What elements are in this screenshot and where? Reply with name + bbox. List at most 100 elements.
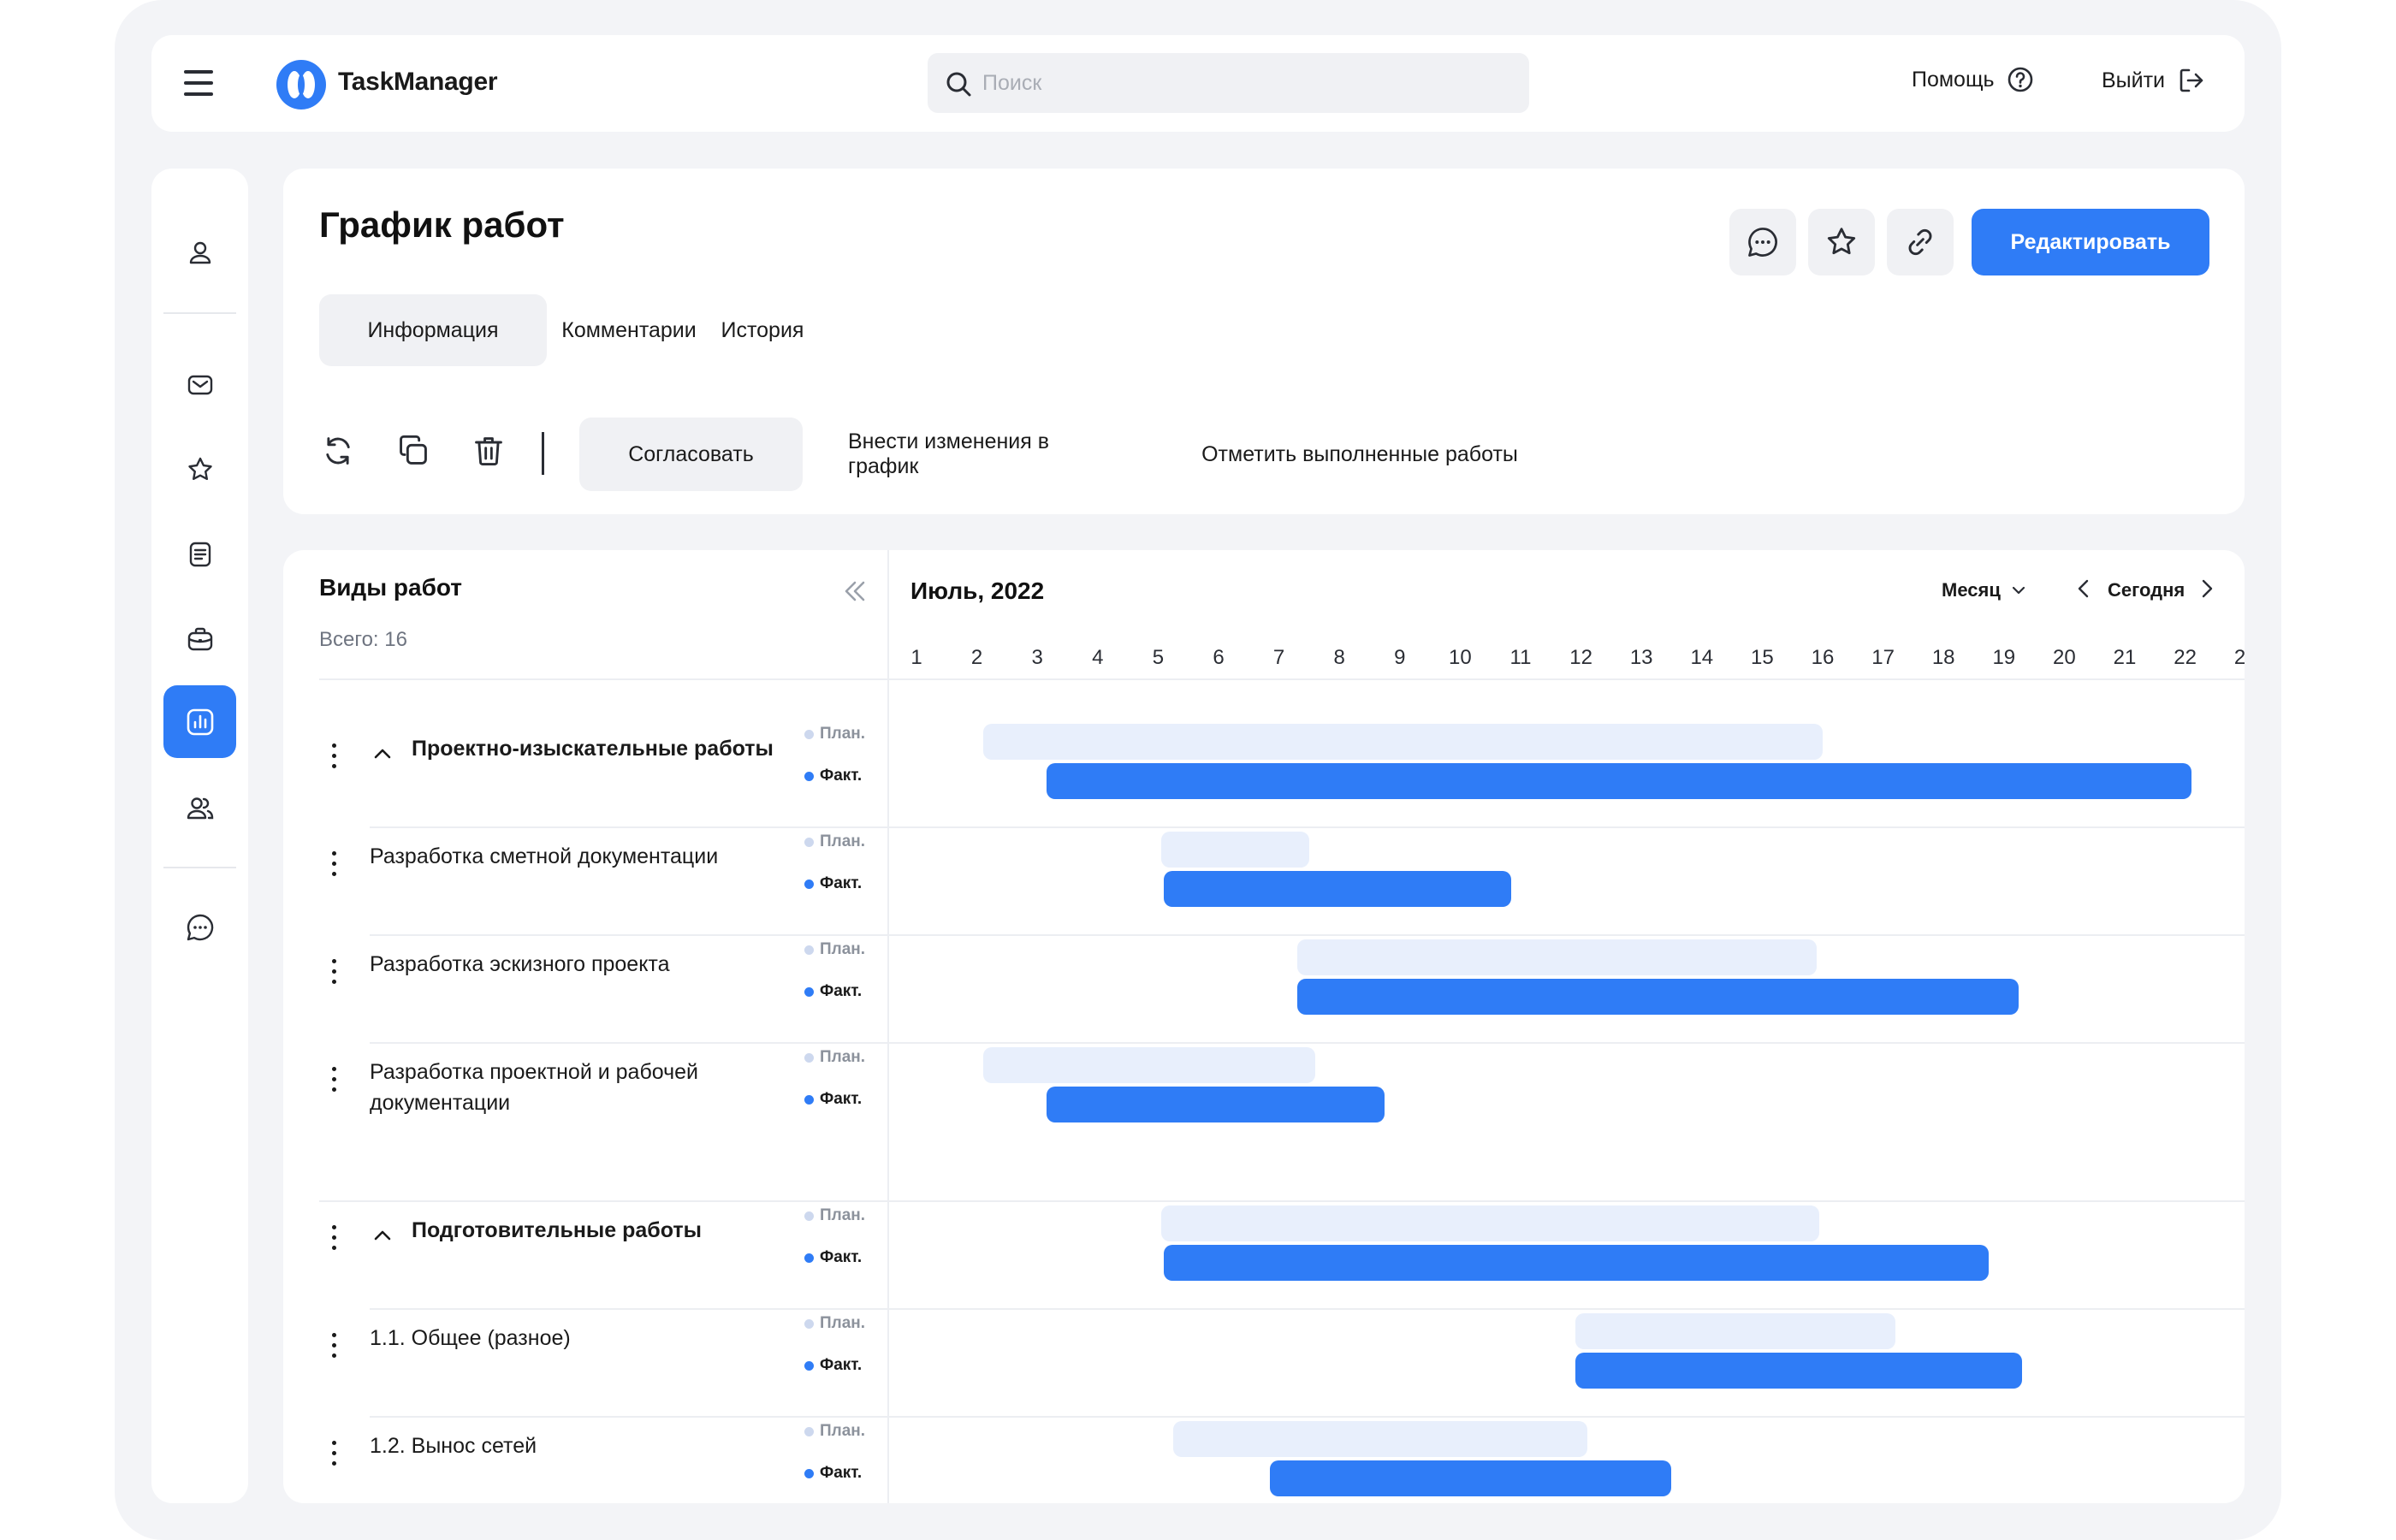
comment-button[interactable] (1729, 209, 1796, 275)
users-icon (187, 797, 213, 819)
logout-icon (2180, 68, 2203, 92)
row-menu-icon[interactable] (332, 1067, 339, 1098)
fact-label: Факт. (820, 1356, 863, 1374)
plan-label: План. (820, 1422, 866, 1440)
menu-icon[interactable] (184, 70, 213, 96)
logout-link[interactable]: Выйти (2102, 66, 2206, 95)
row-divider (319, 1200, 2245, 1202)
fact-legend: Факт. (804, 1464, 862, 1483)
fact-label: Факт. (820, 1090, 863, 1108)
fact-label: Факт. (820, 982, 863, 1000)
collapse-panel-icon[interactable] (839, 576, 870, 607)
row-menu-icon[interactable] (332, 959, 339, 990)
refresh-button[interactable] (317, 429, 359, 472)
row-menu-icon[interactable] (332, 1441, 339, 1472)
chevron-up-icon[interactable] (371, 1223, 394, 1247)
plan-bar[interactable] (982, 724, 1823, 760)
plan-legend: План. (804, 1206, 865, 1225)
sidebar-item-projects[interactable] (163, 602, 236, 675)
fact-label: Факт. (820, 1248, 863, 1266)
tab-comments[interactable]: Комментарии (561, 294, 696, 366)
day-label: 5 (1152, 646, 1165, 669)
star-icon (187, 457, 212, 480)
tab-history[interactable]: История (711, 294, 814, 366)
day-label: 6 (1213, 646, 1225, 669)
day-label: 15 (1751, 646, 1774, 669)
row-divider (319, 678, 2245, 680)
day-label: 1 (910, 646, 922, 669)
task-name: 1.2. Вынос сетей (370, 1434, 537, 1458)
row-menu-icon[interactable] (332, 1333, 339, 1364)
copy-icon (400, 435, 427, 465)
help-icon (2008, 67, 2032, 92)
copy-link-button[interactable] (1887, 209, 1954, 275)
plan-label: План. (820, 1314, 866, 1332)
group-name: Подготовительные работы (412, 1218, 702, 1242)
plan-label: План. (820, 940, 866, 958)
fact-bar[interactable] (1575, 1353, 2022, 1389)
sidebar-item-schedule[interactable] (163, 685, 236, 758)
plan-bar[interactable] (1575, 1313, 1895, 1349)
mark-done-button[interactable]: Отметить выполненные работы (1195, 418, 1524, 491)
sidebar-item-documents[interactable] (163, 518, 236, 590)
sidebar-item-favorites[interactable] (163, 433, 236, 506)
task-name: Разработка эскизного проекта (370, 952, 670, 976)
fact-bar[interactable] (1164, 1245, 1990, 1281)
sidebar-item-profile[interactable] (163, 216, 236, 288)
fact-bar[interactable] (1296, 979, 2019, 1015)
row-divider (370, 1416, 2245, 1418)
row-menu-icon[interactable] (332, 851, 339, 882)
search-input[interactable] (982, 53, 1496, 113)
tab-information[interactable]: Информация (319, 294, 547, 366)
page-title: График работ (319, 204, 565, 245)
day-label: 7 (1272, 646, 1285, 669)
edit-button[interactable]: Редактировать (1972, 209, 2209, 275)
fact-bar[interactable] (1046, 763, 2191, 799)
sidebar-divider (163, 312, 236, 314)
copy-button[interactable] (392, 429, 435, 472)
plan-bar[interactable] (1173, 1421, 1587, 1457)
fact-bar[interactable] (1270, 1460, 1672, 1496)
day-label: 17 (1871, 646, 1895, 669)
work-types-count: Всего: 16 (319, 628, 407, 651)
star-icon (1827, 228, 1856, 255)
help-label: Помощь (1912, 67, 1995, 92)
sidebar-item-chat[interactable] (163, 891, 236, 963)
toolbar-divider (542, 432, 544, 475)
chart-icon (187, 708, 213, 735)
day-label: 23 (2233, 646, 2245, 669)
plan-bar[interactable] (1296, 939, 1817, 975)
day-label: 2 (970, 646, 983, 669)
chat-icon (187, 914, 213, 940)
fact-legend: Факт. (804, 767, 862, 785)
group-name: Проектно-изыскательные работы (412, 737, 774, 761)
plan-bar[interactable] (1160, 1205, 1820, 1241)
row-menu-icon[interactable] (332, 743, 339, 774)
day-label: 21 (2113, 646, 2137, 669)
plan-bar[interactable] (982, 1047, 1315, 1083)
delete-button[interactable] (467, 429, 510, 472)
row-divider (370, 1308, 2245, 1310)
favorite-button[interactable] (1808, 209, 1875, 275)
sidebar-item-mail[interactable] (163, 348, 236, 421)
day-label: 9 (1394, 646, 1406, 669)
search-box[interactable] (928, 53, 1529, 113)
plan-bar[interactable] (1160, 832, 1309, 868)
logo-icon (276, 60, 326, 110)
sidebar-item-team[interactable] (163, 772, 236, 844)
fact-bar[interactable] (1164, 871, 1512, 907)
plan-legend: План. (804, 1048, 865, 1067)
plan-legend: План. (804, 725, 865, 743)
fact-legend: Факт. (804, 982, 862, 1001)
briefcase-icon (187, 627, 212, 650)
day-label: 10 (1449, 646, 1472, 669)
day-label: 18 (1931, 646, 1955, 669)
link-icon (1908, 228, 1932, 256)
help-link[interactable]: Помощь (1912, 66, 2034, 93)
chevron-up-icon[interactable] (371, 742, 394, 766)
fact-bar[interactable] (1046, 1087, 1385, 1122)
row-menu-icon[interactable] (332, 1225, 339, 1256)
change-schedule-button[interactable]: Внести изменения в график (848, 418, 1122, 491)
approve-button[interactable]: Согласовать (579, 418, 803, 491)
document-icon (189, 542, 211, 566)
